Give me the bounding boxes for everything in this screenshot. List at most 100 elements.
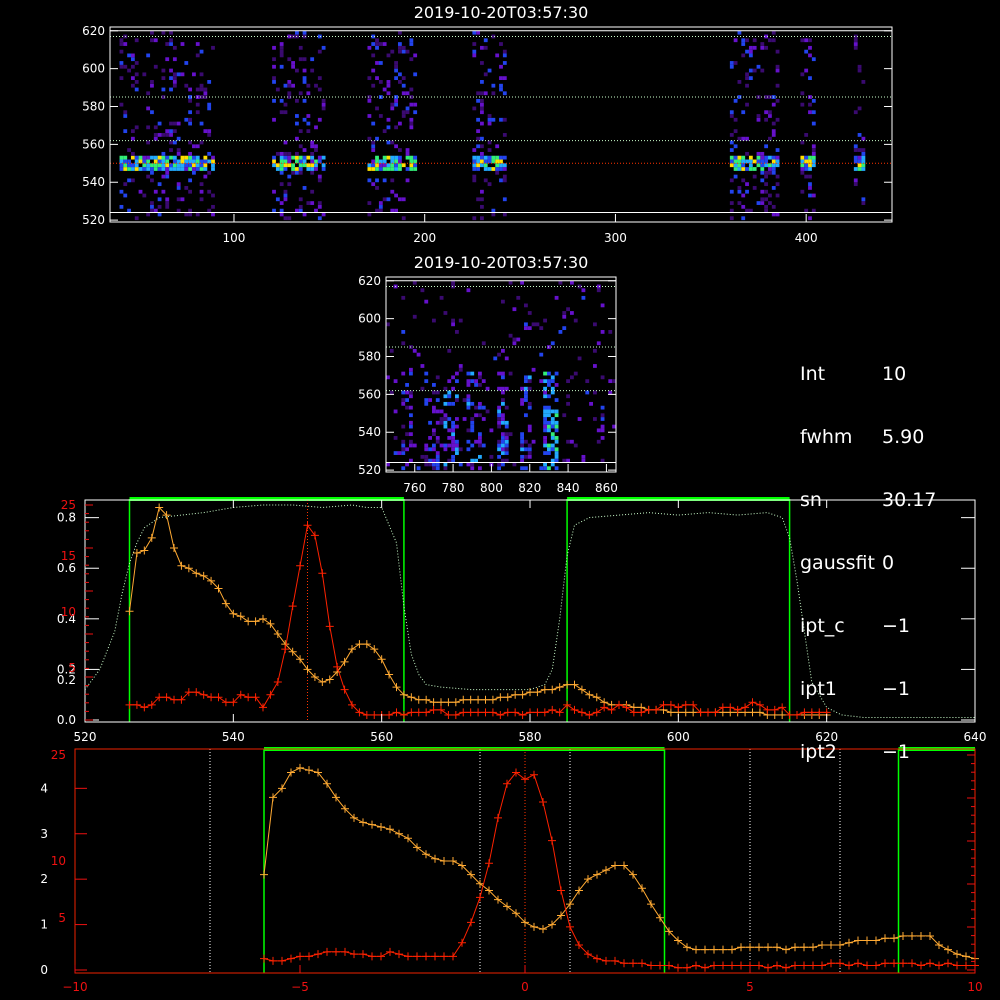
heat-cell: [748, 45, 753, 50]
data-point-red: [377, 952, 385, 961]
heat-cell: [291, 61, 296, 65]
data-point-orange: [184, 564, 193, 573]
heat-cell: [481, 443, 486, 448]
y-tick-label-red: 25: [61, 498, 76, 512]
data-point-red: [288, 602, 297, 611]
data-point-red: [269, 956, 277, 965]
heat-cell: [207, 102, 212, 107]
heat-cell: [184, 163, 189, 168]
heat-cell: [157, 133, 162, 137]
heat-cell: [800, 102, 805, 107]
heat-cell: [416, 466, 421, 471]
heat-cell: [390, 167, 395, 171]
heat-cell: [497, 417, 501, 421]
heat-cell: [192, 167, 196, 171]
p4-series: [260, 763, 979, 972]
heat-cell: [295, 151, 299, 156]
heat-cell: [127, 68, 131, 73]
y-tick-label: 600: [82, 62, 105, 76]
heat-cell: [169, 133, 173, 137]
heat-cell: [811, 208, 816, 213]
heat-cell: [499, 42, 503, 46]
heat-cell: [153, 136, 158, 141]
heat-cell: [375, 38, 379, 43]
heat-cell: [804, 133, 809, 137]
heat-cell: [764, 189, 769, 194]
heat-cell: [491, 155, 496, 160]
heat-cell: [371, 53, 376, 58]
data-point-red: [140, 703, 149, 712]
heat-cell: [203, 91, 208, 96]
data-point-red: [681, 700, 690, 709]
data-point-red: [773, 961, 781, 970]
heat-cell: [596, 288, 601, 293]
heat-cell: [729, 189, 734, 194]
x-tick-label: 560: [370, 730, 393, 744]
heat-cell: [413, 155, 418, 160]
heat-cell: [527, 401, 532, 406]
heat-cell: [729, 163, 734, 168]
heat-cell: [512, 307, 517, 312]
data-point-red: [782, 963, 790, 972]
heat-cell: [455, 439, 459, 444]
heat-cell: [398, 49, 402, 54]
heat-cell: [394, 61, 399, 65]
data-point-red: [570, 705, 579, 714]
heat-cell: [367, 136, 372, 141]
data-point-red: [287, 954, 295, 963]
heat-cell: [748, 53, 753, 58]
heat-cell: [562, 314, 567, 319]
heat-cell: [760, 42, 765, 46]
heat-cell: [470, 379, 475, 384]
heat-cell: [493, 356, 498, 361]
series-line-orange: [129, 506, 827, 716]
heat-cell: [520, 466, 524, 471]
heat-cell: [291, 170, 296, 175]
heat-cell: [416, 352, 421, 357]
data-point-orange: [764, 943, 772, 952]
heat-cell: [207, 80, 212, 84]
heat-cell: [760, 45, 765, 50]
x-tick-label: 0: [521, 980, 529, 994]
heat-cell: [857, 148, 862, 152]
x-tick-label: 860: [595, 481, 618, 495]
heat-cell: [432, 466, 436, 471]
heat-cell: [481, 417, 486, 421]
heat-cell: [409, 57, 414, 62]
heat-cell: [600, 413, 605, 418]
heat-cell: [474, 383, 478, 387]
heat-cell: [390, 159, 395, 164]
heat-cell: [310, 57, 315, 62]
y-tick-label: 560: [82, 137, 105, 151]
heat-cell: [134, 87, 139, 92]
heat-cell: [499, 155, 503, 160]
heat-cell: [752, 174, 757, 179]
heat-cell: [401, 76, 406, 81]
data-point-orange: [845, 938, 853, 947]
heat-cell: [478, 454, 482, 459]
heat-cell: [741, 159, 746, 164]
heat-cell: [409, 367, 413, 372]
heat-cell: [211, 163, 215, 168]
heat-cell: [413, 159, 418, 164]
heat-cell: [272, 208, 276, 213]
heat-cell: [600, 417, 605, 421]
data-point-red: [764, 963, 772, 972]
heat-cell: [499, 167, 503, 171]
heat-cell: [169, 163, 173, 168]
heat-cell: [764, 208, 769, 213]
heat-cell: [295, 121, 299, 126]
heat-cell: [302, 212, 307, 217]
heat-cell: [378, 201, 383, 205]
heat-cell: [367, 167, 372, 171]
heat-cell: [748, 155, 753, 160]
heat-cell: [371, 167, 376, 171]
heat-cell: [195, 53, 200, 58]
heat-cell: [447, 379, 452, 384]
heat-cell: [134, 125, 139, 130]
data-point-red: [303, 521, 312, 530]
heat-cell: [543, 386, 547, 391]
heat-cell: [470, 420, 475, 425]
heat-cell: [165, 174, 170, 179]
heat-cell: [199, 163, 204, 168]
